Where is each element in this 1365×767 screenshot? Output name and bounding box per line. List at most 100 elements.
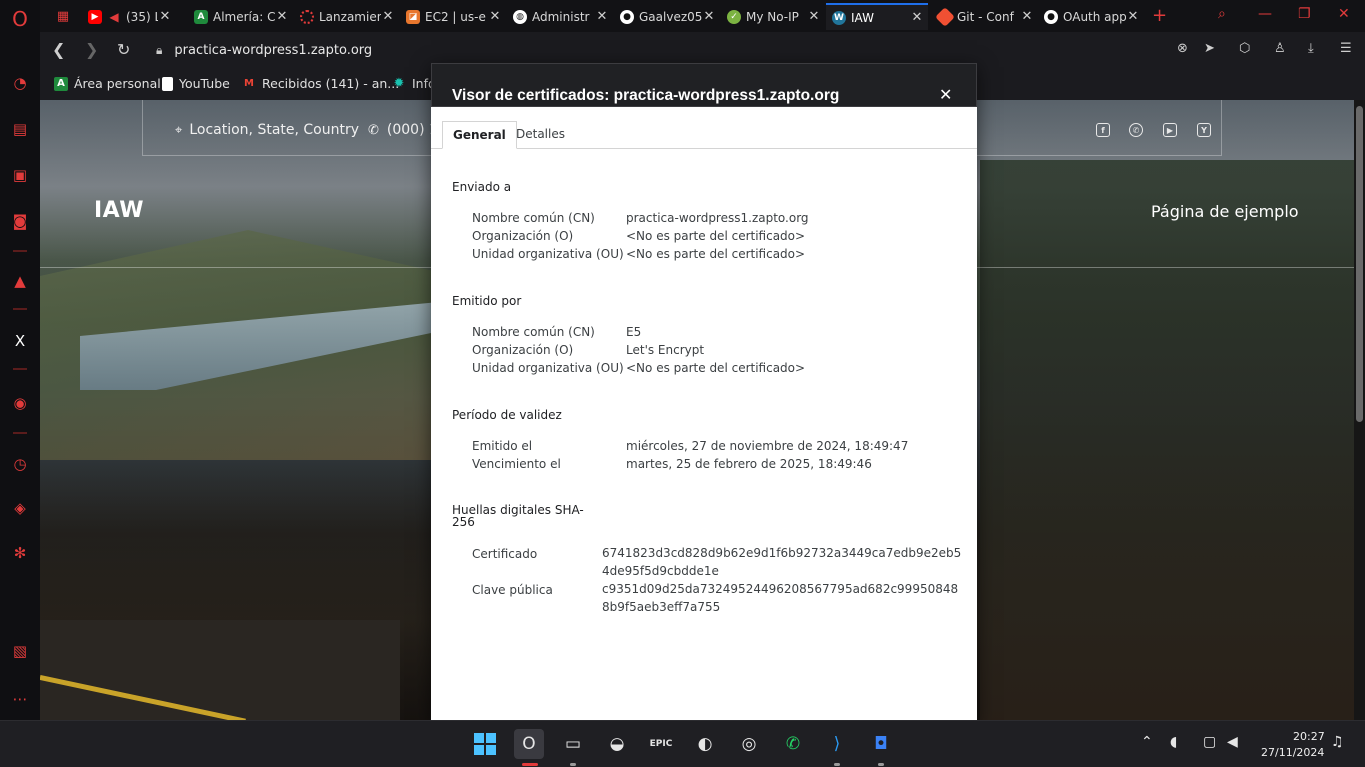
close-window-icon[interactable]: ✕	[1338, 6, 1350, 22]
send-icon[interactable]: ➤	[1204, 41, 1215, 56]
forward-arrow-icon[interactable]: ❯	[85, 40, 98, 59]
speed-dial-icon[interactable]: ◔	[9, 72, 31, 94]
github-icon: ●	[1044, 9, 1058, 24]
opera-sidebar: O ◔ ▤ ▣ ◙ ▲ X ◉ ◷ ◈ ✻ ▧ ⋯	[0, 0, 40, 720]
steam-icon[interactable]: ◐	[690, 729, 720, 759]
bag-icon[interactable]: ▤	[9, 118, 31, 140]
github-icon: ●	[620, 9, 634, 24]
extensions-cube-icon[interactable]: ⬡	[1239, 41, 1250, 56]
bookmark-youtube[interactable]: YouTube	[162, 76, 230, 91]
profile-icon[interactable]: ♙	[1274, 41, 1286, 56]
lock-icon[interactable]: 🔒︎	[156, 43, 162, 58]
tab-youtube[interactable]: ▶ ◀ (35) La ✕	[82, 3, 176, 30]
tab-iaw[interactable]: W IAW ✕	[826, 3, 928, 30]
vscode-icon[interactable]: ⟩	[822, 729, 852, 759]
clock-date[interactable]: 27/11/2024	[1261, 746, 1324, 759]
search-tabs-icon[interactable]: ⌕	[1218, 6, 1226, 22]
location-pin-icon: ⌖	[175, 122, 183, 138]
site-phone[interactable]: ✆ (000) 1	[368, 122, 438, 138]
bookmark-label: YouTube	[179, 76, 230, 91]
tab-administrar[interactable]: ◍ Administr ✕	[507, 3, 613, 30]
opera-menu-icon[interactable]: O	[9, 7, 31, 31]
cube-icon[interactable]: ◈	[9, 497, 31, 519]
running-app-indicator	[570, 763, 576, 766]
tab-label: Administr	[532, 9, 590, 24]
x-twitter-icon[interactable]: X	[9, 330, 31, 352]
field-label: Organización (O)	[472, 343, 574, 357]
url-field[interactable]: 🔒︎ practica-wordpress1.zapto.org	[156, 38, 456, 62]
back-arrow-icon[interactable]: ❮	[52, 40, 65, 59]
tab-github-gaalvez[interactable]: ● Gaalvez05 ✕	[614, 3, 720, 30]
file-explorer-icon[interactable]: ▭	[558, 729, 588, 759]
twitch-icon[interactable]: ▣	[9, 164, 31, 186]
youtube-icon[interactable]: ▶	[1163, 123, 1177, 137]
nav-sample-page[interactable]: Página de ejemplo	[1151, 202, 1299, 221]
close-tab-icon[interactable]: ✕	[807, 9, 821, 24]
tab-git-config[interactable]: Git - Conf ✕	[932, 3, 1038, 30]
remote-desktop-icon[interactable]: ◘	[866, 729, 896, 759]
close-tab-icon[interactable]: ✕	[275, 9, 289, 24]
new-tab-plus-icon[interactable]: +	[1152, 5, 1167, 26]
volume-icon[interactable]: ◀	[1227, 734, 1238, 750]
easy-setup-icon[interactable]: ☰	[1340, 41, 1352, 56]
close-tab-icon[interactable]: ✕	[702, 9, 716, 24]
close-tab-icon[interactable]: ✕	[1020, 9, 1034, 24]
fingerprint-value: 6741823d3cd828d9b62e9d1f6b92732a3449ca7e…	[602, 546, 962, 578]
facebook-icon[interactable]: f	[1096, 123, 1110, 137]
close-tab-icon[interactable]: ✕	[488, 9, 502, 24]
aria-icon[interactable]: ▲	[9, 270, 31, 292]
sidebar-divider	[13, 432, 27, 434]
download-icon[interactable]: ⤓	[1308, 41, 1314, 56]
bookmark-gmail[interactable]: M Recibidos (141) - an...	[242, 76, 399, 91]
gmail-icon: M	[244, 78, 254, 89]
field-label: Unidad organizativa (OU)	[472, 247, 624, 261]
close-tab-icon[interactable]: ✕	[910, 10, 924, 25]
more-options-icon[interactable]: ⋯	[9, 688, 31, 710]
restore-icon[interactable]: ❐	[1298, 6, 1311, 22]
close-tab-icon[interactable]: ✕	[158, 9, 172, 24]
notification-bell-icon[interactable]: ♫	[1331, 734, 1344, 750]
tab-label: Almería: C	[213, 9, 275, 24]
start-windows-icon[interactable]	[470, 729, 500, 759]
network-icon[interactable]: ▢	[1203, 734, 1216, 750]
gamepad-icon[interactable]: ◙	[9, 210, 31, 232]
close-dialog-icon[interactable]: ✕	[939, 85, 952, 104]
spotify-icon[interactable]: ◉	[9, 392, 31, 414]
close-tab-icon[interactable]: ✕	[1126, 9, 1140, 24]
whatsapp-icon[interactable]: ✆	[1129, 123, 1143, 137]
settings-gear-icon[interactable]: ✻	[9, 542, 31, 564]
history-icon[interactable]: ◷	[9, 453, 31, 475]
scrollbar-thumb[interactable]	[1356, 106, 1363, 422]
close-tab-icon[interactable]: ✕	[595, 9, 609, 24]
epic-games-icon[interactable]: EPIC	[646, 729, 676, 759]
show-hidden-icons-chevron-icon[interactable]: ⌃	[1141, 734, 1153, 750]
discord-icon[interactable]: ◒	[602, 729, 632, 759]
git-icon	[935, 6, 955, 27]
tab-noip[interactable]: ✓ My No-IP ✕	[721, 3, 825, 30]
field-value: <No es parte del certificado>	[626, 229, 806, 243]
page-scrollbar[interactable]	[1354, 100, 1365, 720]
field-label: Clave pública	[472, 583, 553, 597]
site-logo[interactable]: IAW	[94, 198, 144, 223]
reload-icon[interactable]: ↻	[117, 40, 130, 59]
obs-icon[interactable]: ◎	[734, 729, 764, 759]
whatsapp-icon[interactable]: ✆	[778, 729, 808, 759]
minimize-icon[interactable]: —	[1258, 6, 1272, 22]
tab-oauth[interactable]: ● OAuth app ✕	[1038, 3, 1144, 30]
bookmark-info[interactable]: ✹ Info	[392, 76, 436, 91]
audio-device-icon[interactable]: ◖	[1170, 734, 1177, 750]
tab-lanzamiento[interactable]: Lanzamien ✕	[294, 3, 399, 30]
clock-time[interactable]: 20:27	[1293, 730, 1325, 743]
tab-details[interactable]: Detalles	[506, 121, 575, 149]
gallery-icon[interactable]: ▧	[9, 640, 31, 662]
bookmark-area-personal[interactable]: A Área personal	[54, 76, 161, 91]
tab-gx-controls[interactable]: ▦	[50, 3, 82, 30]
tab-almeria[interactable]: A Almería: C ✕	[188, 3, 293, 30]
document-icon	[162, 76, 173, 91]
close-tab-icon[interactable]: ✕	[381, 9, 395, 24]
opera-gx-icon[interactable]: O	[514, 729, 544, 759]
speaker-icon[interactable]: ◀	[107, 10, 121, 24]
tracker-blocker-icon[interactable]: ⊗	[1177, 41, 1188, 56]
yelp-icon[interactable]: Y	[1197, 123, 1211, 137]
tab-ec2[interactable]: ◪ EC2 | us-e ✕	[400, 3, 506, 30]
